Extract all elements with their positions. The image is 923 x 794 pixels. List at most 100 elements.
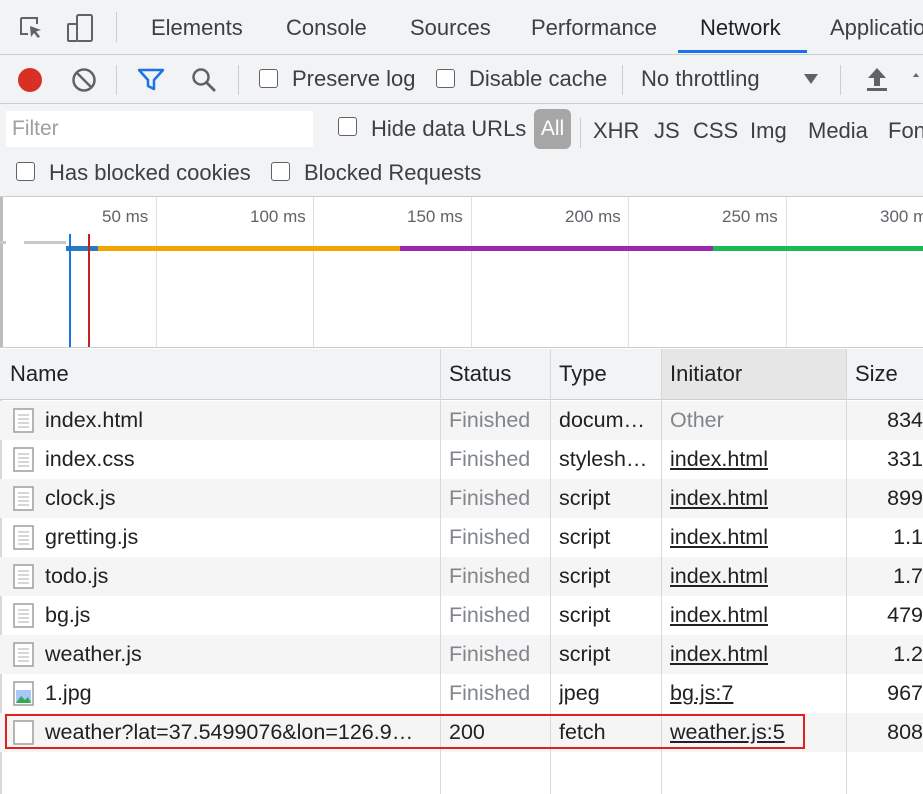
hide-data-urls-checkbox[interactable] [338,117,357,136]
column-divider[interactable] [846,349,847,794]
column-header-initiator[interactable]: Initiator [670,349,742,399]
request-type: script [559,642,611,666]
toolbar-divider [840,65,841,95]
column-header-status[interactable]: Status [449,349,511,399]
blocked-requests-label: Blocked Requests [304,160,482,185]
overview-tick-label: 50 ms [102,207,149,226]
request-size: 331 [887,447,923,471]
image-icon [13,681,34,706]
table-row[interactable]: index.css Finished stylesh… index.html 3… [0,440,923,479]
has-blocked-cookies-checkbox[interactable] [16,162,35,181]
type-filter-media[interactable]: Media [808,110,868,152]
initiator-link[interactable]: index.html [670,596,842,635]
request-status: Finished [449,681,531,705]
disable-cache-checkbox[interactable] [436,69,455,88]
table-row[interactable]: index.html Finished docum… Other 834 [0,401,923,440]
initiator-link[interactable]: index.html [670,440,842,479]
initiator-link[interactable]: bg.js:7 [670,674,842,713]
blocked-requests-checkbox[interactable] [271,162,290,181]
initiator-link[interactable]: index.html [670,635,842,674]
tab-console[interactable]: Console [286,0,367,54]
type-filter-img[interactable]: Img [750,110,787,152]
load-event-marker [88,234,90,347]
table-row[interactable]: todo.js Finished script index.html 1.7 [0,557,923,596]
table-row[interactable]: weather.js Finished script index.html 1.… [0,635,923,674]
tab-application[interactable]: Applicatio [830,0,923,54]
initiator-link[interactable]: index.html [670,518,842,557]
request-status: Finished [449,564,531,588]
type-filter-xhr[interactable]: XHR [593,110,639,152]
overview-left-handle[interactable] [0,197,3,347]
overview-gridline [786,197,787,347]
overview-gridline [471,197,472,347]
type-filter-js[interactable]: JS [654,110,680,152]
column-header-size[interactable]: Size [855,349,898,399]
inspect-element-icon[interactable] [18,15,44,41]
document-icon [13,564,34,589]
table-row[interactable]: gretting.js Finished script index.html 1… [0,518,923,557]
overview-content-bar [713,246,923,251]
table-row[interactable]: bg.js Finished script index.html 479 [0,596,923,635]
overview-waiting-bar [98,246,400,251]
column-header-type[interactable]: Type [559,349,607,399]
initiator-link[interactable]: index.html [670,479,842,518]
highlight-box [5,714,805,749]
type-filter-all[interactable]: All [534,109,571,149]
request-size: 808 [887,720,923,744]
download-icon[interactable] [913,69,923,91]
request-size: 479 [887,603,923,627]
request-name: 1.jpg [45,681,92,705]
tab-sources[interactable]: Sources [410,0,491,54]
upload-icon[interactable] [864,65,890,93]
preserve-log-label: Preserve log [292,66,416,91]
initiator-link[interactable]: index.html [670,557,842,596]
column-header-name[interactable]: Name [10,349,69,399]
request-type: script [559,564,611,588]
record-icon[interactable] [16,66,44,94]
table-row[interactable]: 1.jpg Finished jpeg bg.js:7 967 [0,674,923,713]
request-status: Finished [449,603,531,627]
request-size: 1.7 [893,564,923,588]
overview-tick-label: 250 ms [722,207,778,226]
preserve-log-checkbox[interactable] [259,69,278,88]
toolbar-divider [116,65,117,95]
request-type: script [559,486,611,510]
request-status: Finished [449,642,531,666]
request-name: index.css [45,447,135,471]
overview-script-bar [400,246,713,251]
request-name: weather.js [45,642,142,666]
request-name: todo.js [45,564,109,588]
tab-performance[interactable]: Performance [531,0,657,54]
tab-network[interactable]: Network [700,0,781,54]
active-tab-indicator [678,50,807,53]
overview-tick-label: 100 ms [250,207,306,226]
chevron-down-icon[interactable] [803,72,819,86]
overview-stalled-bar [24,241,66,244]
request-size: 899 [887,486,923,510]
request-initiator: Other [670,408,724,432]
table-row[interactable]: clock.js Finished script index.html 899 [0,479,923,518]
tab-elements[interactable]: Elements [151,0,243,54]
clear-icon[interactable] [71,67,97,93]
filter-input[interactable] [6,111,313,147]
request-name: index.html [45,408,143,432]
network-overview[interactable]: 50 ms 100 ms 150 ms 200 ms 250 ms 300 m [0,197,923,348]
devtools-tab-bar: Elements Console Sources Performance Net… [0,0,923,55]
table-header: Name Status Type Initiator Size [0,349,923,400]
network-toolbar: Preserve log Disable cache No throttling [0,55,923,104]
overview-gridline [313,197,314,347]
document-icon [13,642,34,667]
type-filter-css[interactable]: CSS [693,110,738,152]
filter-icon[interactable] [137,67,165,93]
request-type: docum… [559,408,646,432]
tabbar-divider [116,12,117,42]
type-filter-font[interactable]: Fon [888,110,923,152]
search-icon[interactable] [190,66,218,94]
device-toolbar-icon[interactable] [65,13,95,43]
request-type: script [559,525,611,549]
throttling-select[interactable]: No throttling [641,55,760,103]
document-icon [13,408,34,433]
request-type: jpeg [559,681,600,705]
overview-tick-label: 300 m [880,207,923,226]
request-name: clock.js [45,486,116,510]
